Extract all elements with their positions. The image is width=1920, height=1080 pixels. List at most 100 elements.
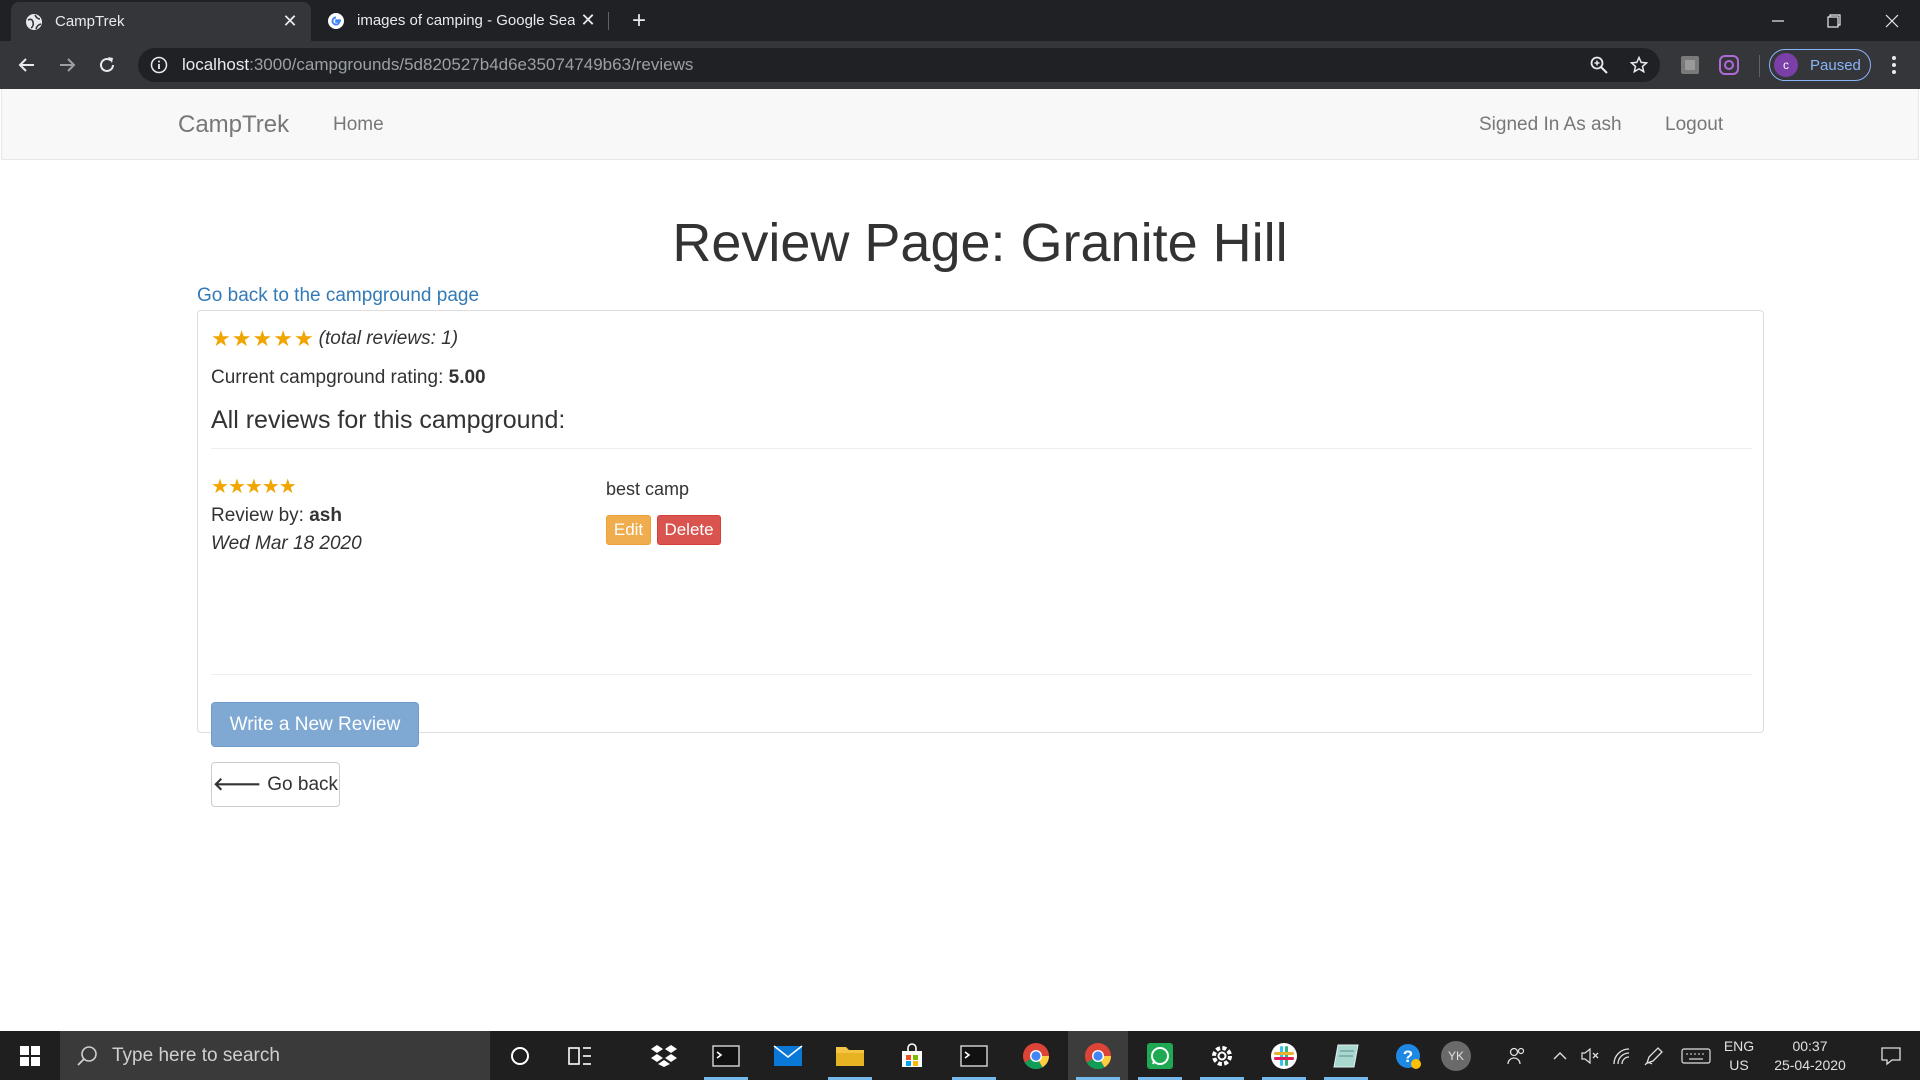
user-initials: YK (1447, 1048, 1464, 1063)
search-icon (76, 1045, 98, 1067)
star-icon: ★ (211, 326, 231, 351)
back-arrow-icon[interactable] (11, 49, 43, 81)
chevron-up-icon[interactable] (1546, 1031, 1574, 1080)
total-reviews: (total reviews: 1) (318, 328, 459, 349)
profile-button[interactable]: c Paused (1769, 49, 1871, 81)
page-title: Review Page: Granite Hill (672, 213, 1288, 273)
url-host: localhost (182, 55, 250, 74)
dropbox-icon[interactable] (634, 1031, 694, 1080)
review-author: Review by: ash (211, 505, 342, 527)
back-to-campground-link[interactable]: Go back to the campground page (197, 285, 479, 307)
brand-link[interactable]: CampTrek (178, 111, 289, 139)
system-clock[interactable]: 00:37 25-04-2020 (1762, 1037, 1858, 1075)
tab-camptrek[interactable]: CampTrek ✕ (11, 2, 311, 41)
star-icon: ★ (211, 476, 229, 498)
go-back-button[interactable]: 🡐 Go back (211, 762, 340, 807)
notification-icon[interactable] (1866, 1031, 1916, 1080)
whatsapp-icon[interactable] (1130, 1031, 1190, 1080)
user-avatar-icon[interactable]: YK (1426, 1031, 1486, 1080)
overall-rating: ★ ★ ★ ★ ★ (total reviews: 1) (211, 326, 458, 352)
page-content: CampTrek Home Signed In As ash Logout Re… (0, 89, 1920, 1031)
people-icon[interactable] (1502, 1031, 1530, 1080)
terminal-icon[interactable] (944, 1031, 1004, 1080)
kebab-menu-icon[interactable] (1882, 53, 1906, 77)
settings-gear-icon[interactable] (1192, 1031, 1252, 1080)
review-by-label: Review by: (211, 505, 310, 526)
address-bar[interactable]: localhost:3000/campgrounds/5d820527b4d6e… (138, 48, 1660, 82)
review-text: best camp (606, 479, 690, 499)
current-rating: Current campground rating: 5.00 (211, 367, 486, 389)
star-icon: ★ (244, 476, 263, 498)
zoom-icon[interactable] (1590, 56, 1608, 74)
url-path: :3000/campgrounds/5d820527b4d6e35074749b… (249, 55, 694, 74)
reload-icon[interactable] (91, 49, 123, 81)
star-icon: ★ (273, 326, 293, 351)
minimize-button[interactable] (1750, 0, 1806, 41)
rating-value: 5.00 (448, 367, 486, 388)
wifi-icon[interactable] (1608, 1031, 1636, 1080)
url-text: localhost:3000/campgrounds/5d820527b4d6e… (182, 55, 693, 75)
star-icon: ★ (227, 476, 246, 498)
close-tab-icon[interactable]: ✕ (575, 8, 601, 34)
forward-arrow-icon[interactable] (51, 49, 83, 81)
delete-review-button[interactable]: Delete (657, 515, 721, 545)
close-tab-icon[interactable]: ✕ (277, 9, 303, 35)
restore-button[interactable] (1806, 0, 1862, 41)
volume-muted-icon[interactable] (1576, 1031, 1604, 1080)
taskbar-search[interactable]: Type here to search (60, 1031, 490, 1080)
mail-icon[interactable] (758, 1031, 818, 1080)
review-rating: ★ ★ ★ ★ ★ (211, 476, 297, 498)
info-icon[interactable] (150, 56, 168, 74)
keyboard-icon[interactable] (1678, 1031, 1714, 1080)
write-review-button[interactable]: Write a New Review (211, 702, 419, 747)
terminal-icon[interactable] (696, 1031, 756, 1080)
notes-app-icon[interactable] (1316, 1031, 1376, 1080)
chrome-icon[interactable] (1068, 1031, 1128, 1080)
windows-start-icon[interactable] (0, 1031, 60, 1080)
arrow-left-icon: 🡐 (212, 774, 262, 794)
star-icon: ★ (278, 476, 297, 498)
rating-label: Current campground rating: (211, 367, 449, 388)
clock-date: 25-04-2020 (1774, 1057, 1846, 1073)
star-icon: ★ (261, 476, 280, 498)
task-view-icon[interactable] (550, 1031, 610, 1080)
clock-time: 00:37 (1792, 1038, 1828, 1054)
tab-divider (608, 12, 609, 30)
all-reviews-heading: All reviews for this campground: (211, 406, 566, 434)
avatar: c (1774, 53, 1798, 77)
divider (211, 448, 1752, 449)
google-icon (327, 12, 345, 30)
region-code: US (1729, 1057, 1749, 1073)
edit-review-button[interactable]: Edit (606, 515, 651, 545)
close-window-button[interactable] (1864, 0, 1920, 41)
file-explorer-icon[interactable] (820, 1031, 880, 1080)
chrome-icon[interactable] (1006, 1031, 1066, 1080)
pen-icon[interactable] (1640, 1031, 1668, 1080)
instagram-extension-icon[interactable] (1716, 52, 1742, 78)
cortana-icon[interactable] (490, 1031, 550, 1080)
input-language[interactable]: ENG US (1722, 1037, 1756, 1075)
nav-home-link[interactable]: Home (333, 114, 384, 136)
site-navbar: CampTrek Home Signed In As ash Logout (1, 89, 1919, 160)
go-back-label: Go back (267, 773, 339, 795)
browser-toolbar: localhost:3000/campgrounds/5d820527b4d6e… (0, 41, 1920, 89)
search-placeholder: Type here to search (112, 1044, 280, 1066)
language-code: ENG (1723, 1038, 1755, 1054)
toolbar-divider (1759, 55, 1760, 77)
bookmark-star-icon[interactable] (1629, 55, 1649, 74)
globe-icon (25, 13, 43, 31)
tab-title: CampTrek (55, 13, 125, 30)
review-date: Wed Mar 18 2020 (211, 533, 362, 554)
windows-taskbar: Type here to search ? YK ENG US 00:37 25… (0, 1031, 1920, 1080)
slack-icon[interactable] (1254, 1031, 1314, 1080)
tab-title: images of camping - Google Sea (357, 12, 575, 29)
browser-titlebar: CampTrek ✕ images of camping - Google Se… (0, 0, 1920, 41)
store-icon[interactable] (882, 1031, 942, 1080)
divider (211, 674, 1752, 675)
new-tab-button[interactable]: + (624, 6, 654, 36)
nav-signed-in-link[interactable]: Signed In As ash (1479, 114, 1622, 136)
star-icon: ★ (293, 326, 314, 351)
extension-icon[interactable] (1677, 52, 1703, 78)
nav-logout-link[interactable]: Logout (1665, 114, 1723, 136)
tab-google-search[interactable]: images of camping - Google Sea ✕ (313, 0, 609, 41)
